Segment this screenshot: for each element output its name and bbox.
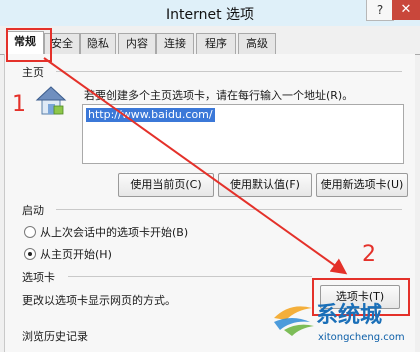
close-button[interactable]: ✕ [392,0,420,20]
xitongcheng-logo-icon [274,306,314,336]
startup-heading: 启动 [22,204,44,217]
homepage-heading: 主页 [22,66,44,79]
radio-button-selected[interactable] [24,248,36,260]
homepage-url-textarea[interactable]: http://www.baidu.com/ [82,104,404,164]
homepage-url-value: http://www.baidu.com/ [86,108,215,122]
annotation-box-general-tab [6,28,52,62]
tab-connections[interactable]: 连接 [156,33,194,54]
annotation-step-1: 1 [12,92,26,117]
tab-privacy[interactable]: 隐私 [80,33,116,54]
homepage-separator [56,71,402,72]
radio-button[interactable] [24,226,36,238]
tabs-section-description: 更改以选项卡显示网页的方式。 [22,294,176,307]
use-default-button[interactable]: 使用默认值(F) [218,173,312,197]
watermark-brand: 系统城 [316,303,383,328]
annotation-step-2: 2 [362,242,376,267]
tabs-section-separator [68,276,312,277]
use-current-button[interactable]: 使用当前页(C) [118,173,214,197]
tab-advanced[interactable]: 高级 [238,33,276,54]
homepage-description: 若要创建多个主页选项卡，请在每行输入一个地址(R)。 [84,89,354,102]
tab-content[interactable]: 内容 [118,33,156,54]
help-button[interactable]: ? [366,0,394,21]
history-heading: 浏览历史记录 [22,330,88,343]
startup-separator [56,209,402,210]
startup-option-label: 从上次会话中的选项卡开始(B) [40,226,189,239]
title-bar: Internet 选项 ? ✕ [0,0,420,27]
startup-option-label: 从主页开始(H) [40,248,112,261]
home-page-icon [35,86,67,115]
watermark-url: xitongcheng.com [318,332,405,343]
tab-bar: 常规 安全 隐私 内容 连接 程序 高级 [0,26,420,55]
window-title: Internet 选项 [165,7,255,23]
use-new-tab-button[interactable]: 使用新选项卡(U) [316,173,408,197]
tab-programs[interactable]: 程序 [196,33,236,54]
tabs-section-heading: 选项卡 [22,271,55,284]
